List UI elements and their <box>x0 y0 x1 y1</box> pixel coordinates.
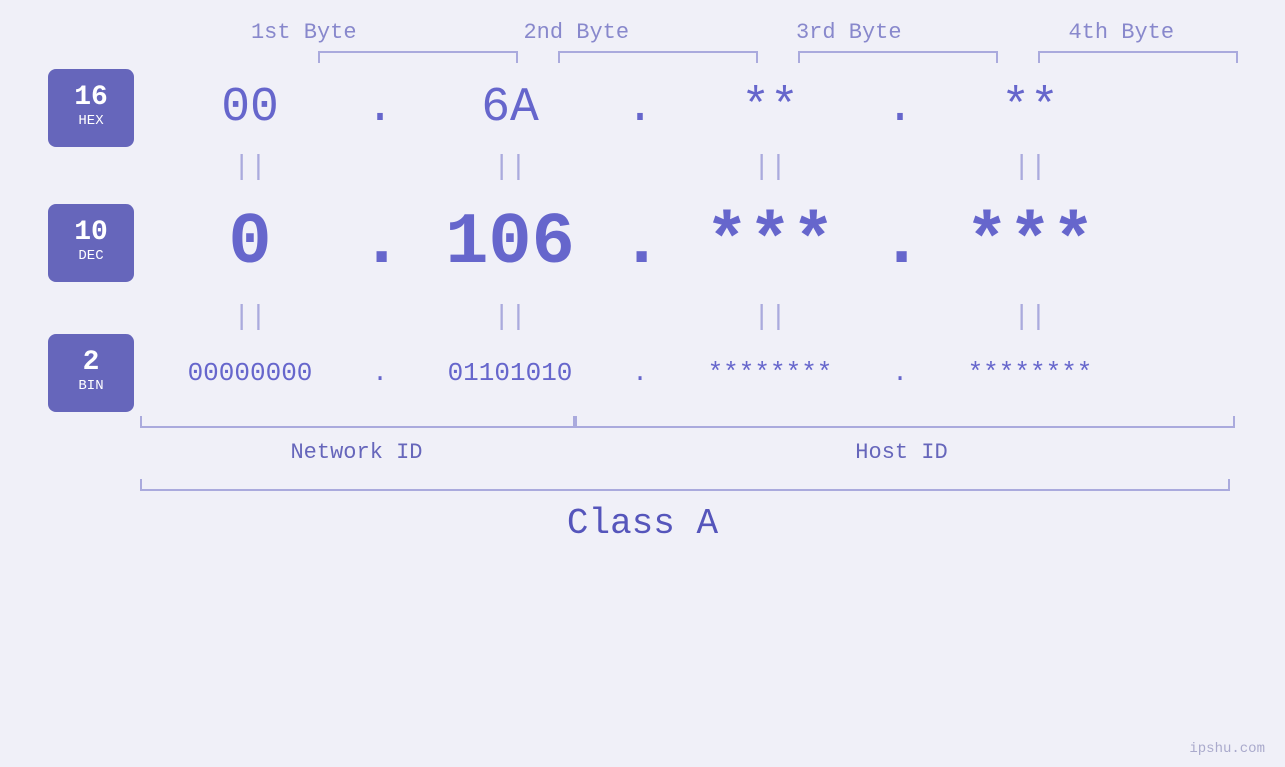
eq1-b3: || <box>660 154 880 182</box>
eq1-b4: || <box>920 154 1140 182</box>
network-bracket <box>140 416 575 428</box>
bin-section: 2 BIN 00000000 . 01101010 . ******** . *… <box>0 338 1285 408</box>
eq2-b4: || <box>920 304 1140 332</box>
network-host-labels: Network ID Host ID <box>140 440 1230 465</box>
top-brackets <box>168 45 1258 63</box>
bottom-brackets-row <box>140 416 1230 434</box>
eq-row-2: || || || || <box>0 298 1285 338</box>
eq2-b2: || <box>400 304 620 332</box>
watermark: ipshu.com <box>1189 741 1265 757</box>
bracket-byte3 <box>798 51 998 63</box>
byte3-header: 3rd Byte <box>739 20 959 45</box>
hex-b3: ** <box>660 81 880 135</box>
dec-b4: *** <box>920 202 1140 284</box>
dec-b3: *** <box>660 202 880 284</box>
main-container: 1st Byte 2nd Byte 3rd Byte 4th Byte 16 H… <box>0 0 1285 767</box>
hex-badge: 16 HEX <box>48 69 134 147</box>
eq-values-1: || || || || <box>140 154 1285 182</box>
dec-values: 0 . 106 . *** . *** <box>140 202 1285 284</box>
host-id-label: Host ID <box>573 440 1230 465</box>
byte1-header: 1st Byte <box>194 20 414 45</box>
bin-b3: ******** <box>660 358 880 388</box>
hex-number: 16 <box>74 84 108 112</box>
hex-section: 16 HEX 00 . 6A . ** . ** <box>0 68 1285 148</box>
bin-badge: 2 BIN <box>48 334 134 412</box>
bin-number: 2 <box>83 349 100 377</box>
eq2-b3: || <box>660 304 880 332</box>
byte4-header: 4th Byte <box>1011 20 1231 45</box>
bracket-byte4 <box>1038 51 1238 63</box>
class-bracket <box>140 479 1230 491</box>
dec-label: DEC <box>78 247 103 267</box>
class-label: Class A <box>0 503 1285 544</box>
bin-b2: 01101010 <box>400 358 620 388</box>
hex-b2: 6A <box>400 81 620 135</box>
hex-dot1: . <box>360 81 400 135</box>
dec-dot1: . <box>360 202 400 284</box>
byte2-header: 2nd Byte <box>466 20 686 45</box>
dec-b2: 106 <box>400 202 620 284</box>
bracket-byte2 <box>558 51 758 63</box>
bin-dot1: . <box>360 358 400 388</box>
hex-dot2: . <box>620 81 660 135</box>
eq1-b1: || <box>140 154 360 182</box>
bin-b4: ******** <box>920 358 1140 388</box>
network-id-label: Network ID <box>140 440 573 465</box>
dec-number: 10 <box>74 219 108 247</box>
dec-dot2: . <box>620 202 660 284</box>
bin-dot2: . <box>620 358 660 388</box>
bin-b1: 00000000 <box>140 358 360 388</box>
dec-b1: 0 <box>140 202 360 284</box>
bin-label: BIN <box>78 377 103 397</box>
hex-b1: 00 <box>140 81 360 135</box>
eq1-b2: || <box>400 154 620 182</box>
host-bracket <box>575 416 1235 428</box>
dec-section: 10 DEC 0 . 106 . *** . *** <box>0 188 1285 298</box>
hex-label: HEX <box>78 112 103 132</box>
eq-values-2: || || || || <box>140 304 1285 332</box>
bin-dot3: . <box>880 358 920 388</box>
eq-row-1: || || || || <box>0 148 1285 188</box>
eq2-b1: || <box>140 304 360 332</box>
bracket-byte1 <box>318 51 518 63</box>
hex-values: 00 . 6A . ** . ** <box>140 81 1285 135</box>
byte-headers-row: 1st Byte 2nd Byte 3rd Byte 4th Byte <box>168 20 1258 45</box>
dec-dot3: . <box>880 202 920 284</box>
hex-b4: ** <box>920 81 1140 135</box>
dec-badge: 10 DEC <box>48 204 134 282</box>
data-layout: 16 HEX 00 . 6A . ** . ** || || | <box>0 63 1285 544</box>
hex-dot3: . <box>880 81 920 135</box>
bin-values: 00000000 . 01101010 . ******** . *******… <box>140 358 1285 388</box>
